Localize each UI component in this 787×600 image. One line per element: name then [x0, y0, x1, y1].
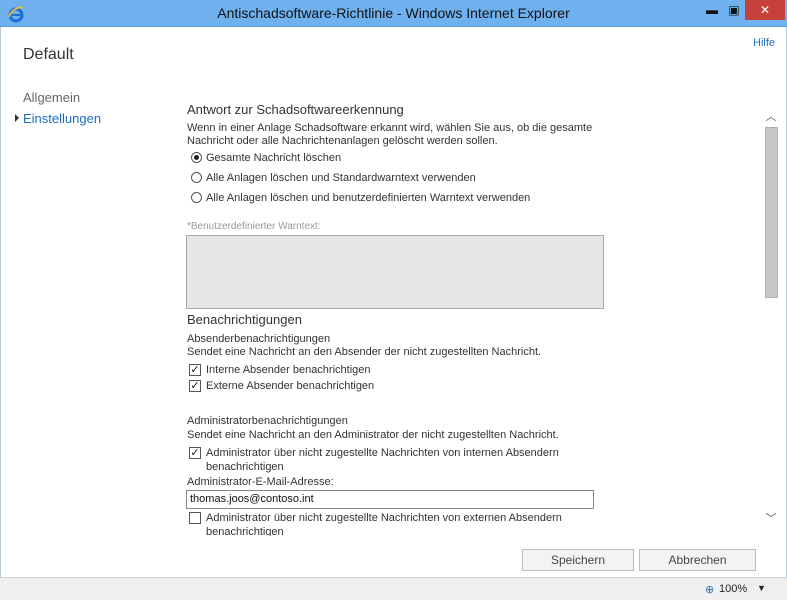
checkbox-label-notify-internal-senders: Interne Absender benachrichtigen	[206, 364, 371, 376]
cancel-button[interactable]: Abbrechen	[639, 549, 756, 571]
sender-notifications-description: Sendet eine Nachricht an den Absender de…	[187, 346, 542, 358]
checkbox-notify-admin-internal[interactable]: ✓	[189, 447, 201, 459]
admin-notifications-title: Administratorbenachrichtigungen	[187, 415, 348, 427]
checkbox-label-notify-admin-external-1: Administrator über nicht zugestellte Nac…	[206, 512, 562, 524]
checkbox-notify-internal-senders[interactable]: ✓	[189, 364, 201, 376]
custom-alert-text-label: *Benutzerdefinierter Warntext:	[187, 221, 321, 232]
scroll-down-icon[interactable]: ﹀	[764, 510, 778, 525]
chevron-down-icon[interactable]: ▼	[757, 583, 766, 593]
radio-label-delete-attachments-default: Alle Anlagen löschen und Standardwarntex…	[206, 172, 476, 184]
nav-item-settings[interactable]: Einstellungen	[23, 111, 101, 126]
radio-delete-entire-message[interactable]	[191, 152, 202, 163]
save-button[interactable]: Speichern	[522, 549, 634, 571]
status-bar: ⊕ 100% ▼	[0, 577, 787, 600]
custom-alert-text-field[interactable]	[186, 235, 604, 309]
checkbox-label-notify-admin-external-2: benachrichtigen	[206, 526, 284, 536]
checkbox-label-notify-external-senders: Externe Absender benachrichtigen	[206, 380, 375, 392]
help-link[interactable]: Hilfe	[753, 37, 775, 49]
radio-delete-attachments-custom[interactable]	[191, 192, 202, 203]
title-bar: Antischadsoftware-Richtlinie - Windows I…	[0, 0, 787, 27]
admin-notifications-description: Sendet eine Nachricht an den Administrat…	[187, 429, 559, 441]
checkbox-notify-admin-external[interactable]	[189, 512, 201, 524]
radio-delete-attachments-default[interactable]	[191, 172, 202, 183]
close-button[interactable]: ✕	[745, 0, 785, 20]
checkbox-label-notify-admin-internal-1: Administrator über nicht zugestellte Nac…	[206, 447, 559, 459]
zoom-icon[interactable]: ⊕	[705, 583, 714, 596]
checkbox-label-notify-admin-internal-2: benachrichtigen	[206, 461, 284, 473]
admin-email-input[interactable]: thomas.joos@contoso.int	[186, 490, 594, 509]
scrollbar-thumb[interactable]	[765, 127, 778, 298]
zoom-level[interactable]: 100%	[719, 583, 747, 595]
section-title-notifications: Benachrichtigungen	[187, 312, 302, 327]
window-title: Antischadsoftware-Richtlinie - Windows I…	[217, 5, 570, 21]
maximize-button[interactable]: ▣	[723, 0, 745, 20]
minimize-button[interactable]: ▬	[701, 0, 723, 20]
page-title: Default	[23, 46, 74, 63]
checkbox-notify-external-senders[interactable]: ✓	[189, 380, 201, 392]
section-title-malware-response: Antwort zur Schadsoftwareerkennung	[187, 102, 404, 117]
selected-arrow-icon	[15, 114, 19, 122]
malware-response-description-2: Nachricht oder alle Nachrichtenanlagen g…	[187, 135, 498, 147]
admin-email-label: Administrator-E-Mail-Adresse:	[187, 476, 334, 488]
scroll-up-icon[interactable]: ︿	[764, 108, 778, 123]
radio-label-delete-attachments-custom: Alle Anlagen löschen und benutzerdefinie…	[206, 192, 531, 204]
nav-item-general[interactable]: Allgemein	[23, 90, 80, 105]
radio-label-delete-entire-message: Gesamte Nachricht löschen	[206, 152, 342, 164]
